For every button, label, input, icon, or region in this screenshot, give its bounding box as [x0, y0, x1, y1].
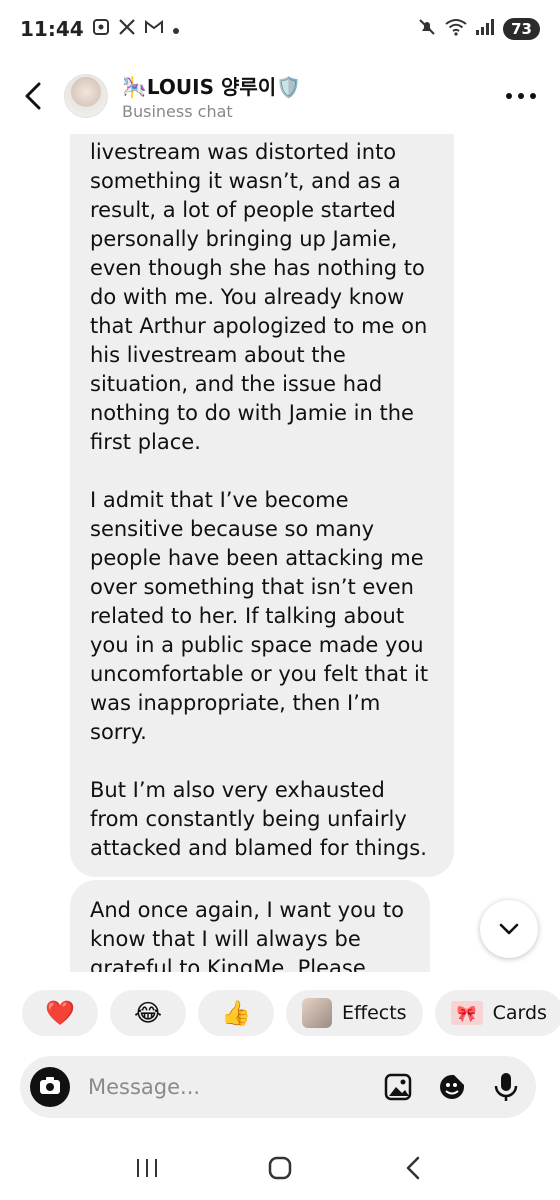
chat-header: 🎠LOUIS 양루이🛡️ Business chat [0, 58, 560, 134]
sticker-button[interactable] [436, 1071, 468, 1103]
back-nav-icon [407, 1156, 420, 1180]
effects-label: Effects [342, 1002, 407, 1024]
gallery-button[interactable] [382, 1071, 414, 1103]
message-composer [20, 1056, 536, 1118]
sticker-icon [440, 1075, 464, 1099]
cards-thumbnail-icon: 🎀 [450, 1001, 483, 1025]
system-nav-bar [0, 1140, 560, 1196]
status-time: 11:44 [20, 17, 84, 41]
effects-thumbnail-icon [302, 998, 332, 1028]
back-nav-button[interactable] [383, 1146, 443, 1190]
microphone-button[interactable] [490, 1071, 522, 1103]
more-dot-icon [518, 93, 524, 99]
more-dot-icon [530, 93, 536, 99]
status-left: 11:44 [20, 17, 180, 41]
laugh-reaction-button[interactable]: 😂 [110, 990, 186, 1036]
camera-button[interactable] [28, 1065, 72, 1109]
scroll-to-bottom-button[interactable] [480, 900, 538, 958]
wifi-icon [445, 18, 467, 40]
camera-icon [30, 1067, 70, 1107]
cards-button[interactable]: 🎀 Cards [434, 990, 560, 1036]
back-button[interactable] [16, 79, 50, 113]
message-list[interactable]: livestream was distorted into something … [0, 134, 560, 972]
quick-reactions: ❤️ 😂 👍 Effects 🎀 Cards [22, 990, 560, 1036]
microphone-icon [494, 1073, 518, 1101]
chat-title-group[interactable]: 🎠LOUIS 양루이🛡️ Business chat [122, 71, 301, 121]
recent-apps-button[interactable] [117, 1146, 177, 1190]
home-button[interactable] [250, 1146, 310, 1190]
more-options-button[interactable] [498, 85, 544, 107]
chevron-left-icon [25, 82, 41, 110]
avatar[interactable] [64, 74, 108, 118]
chevron-down-icon [499, 923, 519, 935]
mute-icon [417, 17, 437, 41]
chat-subtitle: Business chat [122, 102, 233, 121]
more-dot-icon [506, 93, 512, 99]
message-bubble[interactable]: And once again, I want you to know that … [70, 880, 430, 972]
heart-reaction-button[interactable]: ❤️ [22, 990, 98, 1036]
chat-title: 🎠LOUIS 양루이🛡️ [122, 75, 302, 99]
message-bubble[interactable]: livestream was distorted into something … [70, 134, 454, 877]
cards-label: Cards [492, 1002, 547, 1024]
effects-button[interactable]: Effects [286, 990, 423, 1036]
recent-apps-icon [136, 1159, 157, 1177]
status-bar: 11:44 73 [0, 0, 560, 58]
message-input[interactable] [88, 1075, 382, 1099]
home-icon [268, 1156, 292, 1180]
battery-icon: 73 [503, 18, 540, 40]
status-right: 73 [417, 17, 540, 41]
thumbs-up-reaction-button[interactable]: 👍 [198, 990, 274, 1036]
signal-icon [475, 18, 495, 40]
gmail-icon [144, 19, 164, 40]
composer-actions [382, 1071, 522, 1103]
gallery-icon [384, 1073, 412, 1101]
screenshot-icon [92, 18, 110, 41]
dot-icon [172, 19, 180, 40]
x-logo-icon [118, 18, 136, 41]
